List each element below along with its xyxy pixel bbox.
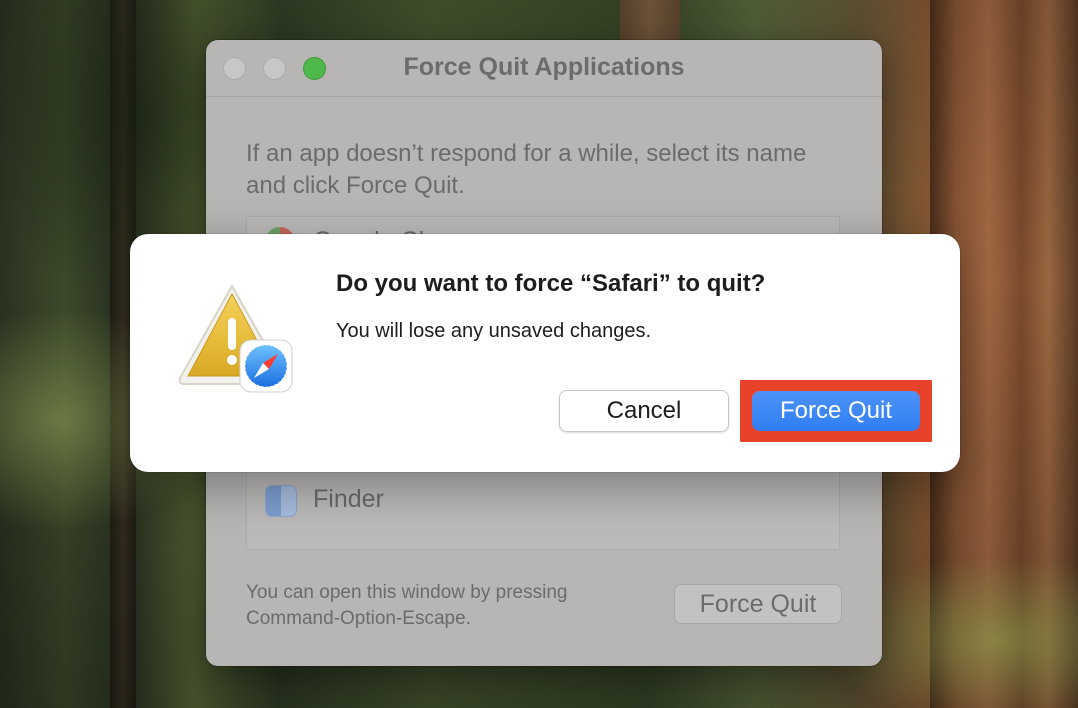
- warning-icon: [178, 283, 293, 393]
- safari-icon: [239, 339, 293, 393]
- force-quit-button[interactable]: Force Quit: [752, 391, 920, 431]
- title-bar: Force Quit Applications: [206, 40, 882, 97]
- window-title: Force Quit Applications: [403, 53, 685, 81]
- alert-message: You will lose any unsaved changes.: [336, 320, 652, 342]
- app-name: Finder: [313, 485, 384, 513]
- finder-icon: [265, 485, 297, 517]
- force-quit-window-button[interactable]: Force Quit: [674, 584, 842, 624]
- confirm-force-quit-alert: Do you want to force “Safari” to quit? Y…: [130, 234, 960, 472]
- shortcut-hint: You can open this window by pressing Com…: [246, 582, 568, 629]
- alert-title: Do you want to force “Safari” to quit?: [336, 270, 766, 297]
- list-item-finder[interactable]: Finder: [247, 471, 839, 531]
- instructions-text: If an app doesn’t respond for a while, s…: [246, 140, 807, 199]
- cancel-button[interactable]: Cancel: [559, 390, 729, 432]
